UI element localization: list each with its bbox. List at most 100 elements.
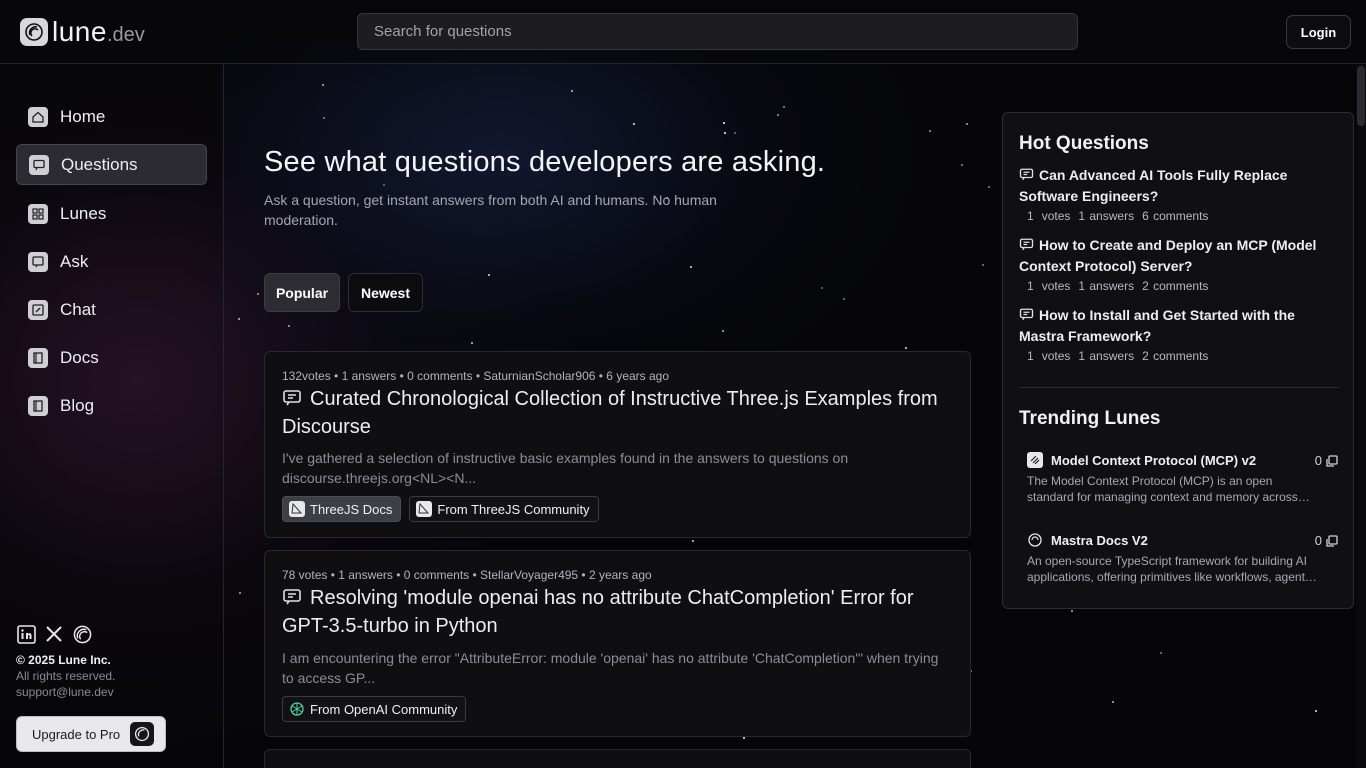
login-button[interactable]: Login (1286, 15, 1351, 49)
question-tags: From OpenAI Community (282, 696, 467, 722)
support-email[interactable]: support@lune.dev (16, 685, 114, 699)
questions-icon (29, 154, 49, 175)
star-decoration (966, 122, 969, 125)
tag-threejs-community[interactable]: From ThreeJS Community (409, 496, 599, 522)
mastra-icon (1027, 532, 1043, 548)
threejs-icon (416, 501, 433, 517)
search-input[interactable] (357, 13, 1078, 50)
sidebar-item-blog[interactable]: Blog (16, 385, 207, 426)
openai-icon (289, 701, 305, 717)
star-decoration (982, 263, 985, 266)
trending-lunes-heading: Trending Lunes (1019, 408, 1161, 429)
scrollbar[interactable] (1356, 64, 1366, 768)
star-decoration (776, 114, 779, 117)
sidebar-item-label: Blog (60, 395, 95, 415)
hot-question-title: How to Install and Get Started with the … (1019, 307, 1295, 344)
star-decoration (1160, 651, 1163, 654)
star-decoration (928, 129, 931, 132)
trending-lune-item[interactable]: Model Context Protocol (MCP) v2 0 The Mo… (1027, 451, 1338, 505)
question-title-text: Curated Chronological Collection of Inst… (282, 388, 938, 438)
sidebar-item-label: Docs (60, 347, 99, 367)
question-tags: ThreeJS Docs From ThreeJS Community (282, 496, 599, 522)
hot-question-stats: 1 votes 1 answers 6 comments (1027, 209, 1209, 223)
question-icon (1019, 237, 1034, 252)
x-icon[interactable] (44, 624, 64, 644)
hot-question-item[interactable]: How to Install and Get Started with the … (1019, 305, 1339, 363)
lune-icon[interactable] (72, 624, 92, 644)
lune-logo-icon (20, 18, 48, 46)
star-decoration (743, 737, 746, 740)
hot-questions-heading: Hot Questions (1019, 133, 1149, 154)
star-decoration (1314, 709, 1317, 712)
sidebar-item-chat[interactable]: Chat (16, 289, 207, 330)
trending-lune-item[interactable]: Mastra Docs V2 0 An open-source TypeScri… (1027, 531, 1338, 585)
lune-description: The Model Context Protocol (MCP) is an o… (1027, 474, 1298, 504)
star-decoration (842, 297, 845, 300)
sidebar-item-label: Lunes (60, 203, 107, 223)
star-decoration (905, 347, 908, 350)
question-card[interactable]: 78 votes • 1 answers • 0 comments • Stel… (264, 550, 971, 737)
hot-question-item[interactable]: Can Advanced AI Tools Fully Replace Soft… (1019, 165, 1339, 223)
copyright: © 2025 Lune Inc. (16, 653, 111, 667)
ask-icon (28, 251, 48, 272)
lune-name: Model Context Protocol (MCP) v2 (1051, 452, 1257, 468)
sidebar-item-lunes[interactable]: Lunes (16, 193, 207, 234)
grid-icon (28, 203, 48, 224)
hot-question-stats: 1 votes 1 answers 2 comments (1027, 349, 1209, 363)
social-links (16, 624, 92, 644)
star-decoration (470, 341, 473, 344)
hot-question-title: Can Advanced AI Tools Fully Replace Soft… (1019, 167, 1288, 204)
star-decoration (487, 274, 490, 277)
tab-newest[interactable]: Newest (348, 273, 423, 312)
question-icon (282, 388, 302, 408)
question-icon (1019, 307, 1034, 322)
question-icon (282, 587, 302, 607)
sidebar-item-questions[interactable]: Questions (16, 144, 207, 185)
sidebar-item-label: Chat (60, 299, 96, 319)
question-title-text: Resolving 'module openai has no attribut… (282, 587, 914, 637)
question-excerpt: I've gathered a selection of instructive… (282, 450, 849, 486)
book-icon (28, 347, 48, 368)
star-decoration (383, 183, 386, 186)
hot-question-stats: 1 votes 1 answers 2 comments (1027, 279, 1209, 293)
upgrade-button[interactable]: Upgrade to Pro (16, 716, 166, 752)
star-decoration (256, 293, 259, 296)
tag-label: From ThreeJS Community (437, 501, 590, 517)
tag-openai-community[interactable]: From OpenAI Community (282, 696, 467, 722)
sidebar-item-label: Ask (60, 251, 89, 271)
home-icon (28, 106, 48, 127)
star-decoration (723, 122, 726, 125)
question-title[interactable]: Resolving 'module openai has no attribut… (282, 584, 962, 640)
star-decoration (961, 163, 964, 166)
star-decoration (783, 105, 786, 108)
right-panel: Hot Questions Can Advanced AI Tools Full… (1002, 112, 1354, 609)
tag-threejs-docs[interactable]: ThreeJS Docs (282, 496, 402, 522)
hot-question-title: How to Create and Deploy an MCP (Model C… (1019, 237, 1317, 274)
question-meta: 132votes • 1 answers • 0 comments • Satu… (282, 369, 670, 383)
star-decoration (570, 90, 573, 93)
question-title[interactable]: Curated Chronological Collection of Inst… (282, 385, 962, 441)
question-card[interactable] (264, 749, 971, 768)
tab-popular[interactable]: Popular (264, 273, 340, 312)
tag-label: ThreeJS Docs (310, 501, 393, 517)
star-decoration (237, 318, 240, 321)
star-decoration (691, 539, 694, 542)
logo[interactable]: lune .dev (20, 16, 145, 48)
star-decoration (722, 330, 725, 333)
copy-icon (1326, 454, 1338, 467)
logo-name: lune (52, 16, 107, 47)
scrollbar-thumb[interactable] (1357, 66, 1365, 126)
star-decoration (321, 84, 324, 87)
sidebar-item-home[interactable]: Home (16, 96, 207, 137)
question-excerpt: I am encountering the error "AttributeEr… (282, 650, 939, 686)
star-decoration (239, 591, 242, 594)
question-card[interactable]: 132votes • 1 answers • 0 comments • Satu… (264, 351, 971, 538)
rights-text: All rights reserved. (16, 669, 116, 683)
sidebar-item-docs[interactable]: Docs (16, 337, 207, 378)
star-decoration (690, 266, 693, 269)
hot-question-item[interactable]: How to Create and Deploy an MCP (Model C… (1019, 235, 1339, 293)
question-meta: 78 votes • 1 answers • 0 comments • Stel… (282, 568, 652, 582)
linkedin-icon[interactable] (16, 624, 36, 644)
sidebar-item-ask[interactable]: Ask (16, 241, 207, 282)
sidebar-item-label: Home (60, 106, 106, 126)
